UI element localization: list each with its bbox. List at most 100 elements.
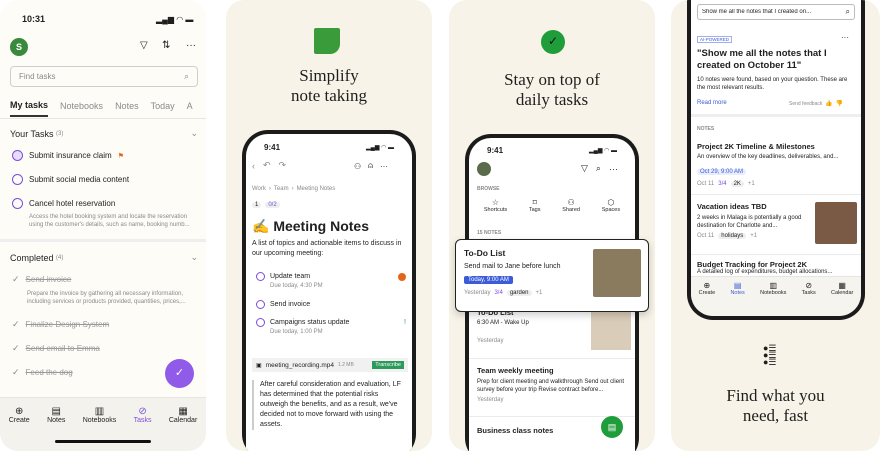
check-icon[interactable]: ✓: [12, 274, 20, 285]
checkbox[interactable]: [12, 198, 23, 209]
note-title[interactable]: ✍ Meeting Notes: [252, 218, 369, 235]
file-attachment[interactable]: ▣ meeting_recording.mp4 1.2 MB Transcrib…: [252, 358, 408, 372]
nav-tasks[interactable]: ⊘ Tasks: [802, 281, 816, 296]
note-result[interactable]: Vacation ideas TBD 2 weeks in Malaga is …: [697, 202, 857, 244]
task-row[interactable]: Submit insurance claim ⚑: [12, 150, 124, 161]
nav-tasks[interactable]: ⊘ Tasks: [134, 406, 152, 424]
nav-notebooks[interactable]: ▥ Notebooks: [760, 281, 786, 296]
thumbs-down-icon[interactable]: 👎: [836, 100, 843, 107]
note-icon: ▤: [51, 406, 61, 417]
nav-notebooks[interactable]: ▥ Notebooks: [83, 406, 116, 424]
note-result[interactable]: Budget Tracking for Project 2K A detaile…: [697, 260, 857, 276]
divider: [691, 254, 861, 255]
task-row[interactable]: Cancel hotel reservation: [12, 198, 115, 209]
filter-icon[interactable]: ▽: [140, 40, 148, 51]
plus-icon: ⊕: [15, 406, 24, 417]
divider: [691, 194, 861, 195]
check-icon[interactable]: ✓: [12, 367, 20, 378]
search-input[interactable]: Show me all the notes that I created on.…: [697, 4, 855, 20]
breadcrumb-note[interactable]: Meeting Notes: [297, 186, 336, 192]
checkbox[interactable]: [256, 300, 265, 309]
shortcuts-button[interactable]: ☆ Shortcuts: [484, 198, 507, 213]
reminder-icon[interactable]: ⍝: [368, 161, 373, 171]
check-icon[interactable]: ✓: [12, 343, 20, 354]
tab-more[interactable]: A: [187, 101, 193, 116]
checkbox[interactable]: [256, 318, 265, 327]
nav-notes[interactable]: ▤ Notes: [730, 281, 744, 296]
nav-create[interactable]: ⊕ Create: [699, 281, 716, 296]
spaces-button[interactable]: ⬡ Spaces: [602, 198, 620, 213]
sort-icon[interactable]: ⇅: [162, 40, 170, 51]
task-item[interactable]: Send invoice: [256, 300, 310, 309]
phone-screen: 9:41 ▂▄▆ ◠ ▬ ‹ ↶ ↷ ⚇ ⍝ ··· Work › Team › Meeti…: [246, 134, 412, 451]
headline: Simplify note taking: [290, 66, 367, 105]
nav-calendar[interactable]: ▦ Calendar: [831, 281, 853, 296]
status-time: 9:41: [264, 143, 281, 152]
note-result[interactable]: Project 2K Timeline & Milestones An over…: [697, 142, 857, 187]
task-item[interactable]: Update team Due today, 4:30 PM: [256, 272, 406, 289]
task-row[interactable]: ✓ Send email to Emma: [12, 343, 100, 354]
tab-notebooks[interactable]: Notebooks: [60, 101, 103, 116]
more-icon[interactable]: ···: [186, 40, 196, 51]
task-row[interactable]: ✓ Send invoice: [12, 274, 71, 285]
star-icon: ☆: [491, 198, 500, 207]
quote-block[interactable]: After careful consideration and evaluati…: [252, 380, 408, 430]
note-meta: Yesterday 3/4 garden +1: [464, 290, 543, 296]
tab-my-tasks[interactable]: My tasks: [10, 100, 49, 117]
share-icon[interactable]: ⚇: [354, 162, 361, 171]
checkbox[interactable]: [12, 174, 23, 185]
search-icon[interactable]: ⌕: [596, 163, 601, 174]
shared-button[interactable]: ⚇ Shared: [562, 198, 580, 213]
avatar[interactable]: [477, 162, 491, 176]
divider: [469, 358, 635, 359]
bottom-nav: ⊕ Create ▤ Notes ▥ Notebooks ⊘ Tasks ▦ Calend…: [691, 276, 861, 316]
chevron-down-icon[interactable]: ⌄: [190, 252, 198, 263]
note-card-title[interactable]: Business class notes: [477, 426, 553, 435]
calendar-icon: ▦: [838, 281, 846, 290]
read-more-link[interactable]: Read more: [697, 100, 727, 106]
nav-calendar[interactable]: ▦ Calendar: [169, 406, 197, 424]
tab-today[interactable]: Today: [151, 101, 175, 116]
filter-icon[interactable]: ▽: [581, 163, 588, 174]
status-icons: ▂▄▆ ◠ ▬: [366, 145, 395, 151]
breadcrumb-team[interactable]: Team: [274, 186, 289, 192]
add-task-fab[interactable]: ✓: [165, 359, 194, 388]
thumbs-up-icon[interactable]: 👍: [825, 100, 832, 107]
search-icon: ⌕: [845, 7, 850, 16]
completed-header[interactable]: Completed (4) ⌄: [10, 252, 198, 263]
more-icon[interactable]: ···: [380, 162, 388, 171]
notes-label: NOTES: [697, 126, 715, 132]
your-tasks-header[interactable]: Your Tasks (3) ⌄: [10, 128, 198, 139]
nav-notes[interactable]: ▤ Notes: [47, 406, 65, 424]
tab-notes[interactable]: Notes: [115, 101, 139, 116]
checkbox[interactable]: [12, 150, 23, 161]
flag-icon: !: [404, 319, 406, 326]
avatar[interactable]: S: [10, 38, 28, 56]
breadcrumb-work[interactable]: Work: [252, 186, 266, 192]
check-icon[interactable]: ✓: [12, 319, 20, 330]
plus-icon: ⊕: [703, 281, 711, 290]
more-icon[interactable]: ···: [841, 33, 849, 42]
more-icon[interactable]: ···: [609, 164, 618, 174]
tags-button[interactable]: ⌑ Tags: [529, 198, 541, 213]
task-item[interactable]: Campaigns status update! Due today, 1:00…: [256, 318, 406, 335]
note-card[interactable]: Team weekly meeting Prep for client meet…: [477, 366, 631, 403]
note-card[interactable]: To-Do List 6:30 AM - Wake Up Yesterday: [477, 308, 631, 350]
note-body[interactable]: A list of topics and actionable items to…: [252, 239, 408, 259]
ai-question: "Show me all the notes that I created on…: [697, 48, 827, 71]
undo-icon[interactable]: ↶: [263, 160, 271, 171]
task-row[interactable]: ✓ Feed the dog: [12, 367, 73, 378]
create-note-fab[interactable]: ▤: [601, 416, 623, 438]
back-icon[interactable]: ‹: [252, 161, 255, 171]
nav-create[interactable]: ⊕ Create: [9, 406, 30, 424]
task-row[interactable]: ✓ Finalize Design System: [12, 319, 109, 330]
highlighted-note-card[interactable]: To-Do List Send mail to Jane before lunc…: [455, 239, 649, 312]
search-panel: Show me all the notes that I created on.…: [671, 0, 880, 451]
redo-icon[interactable]: ↷: [279, 160, 287, 171]
task-row[interactable]: Submit social media content: [12, 174, 129, 185]
cube-icon: ⬡: [607, 198, 615, 207]
search-input[interactable]: Find tasks ⌕: [10, 66, 198, 87]
chevron-down-icon[interactable]: ⌄: [190, 128, 198, 139]
transcribe-button[interactable]: Transcribe: [372, 361, 404, 369]
checkbox[interactable]: [256, 272, 265, 281]
